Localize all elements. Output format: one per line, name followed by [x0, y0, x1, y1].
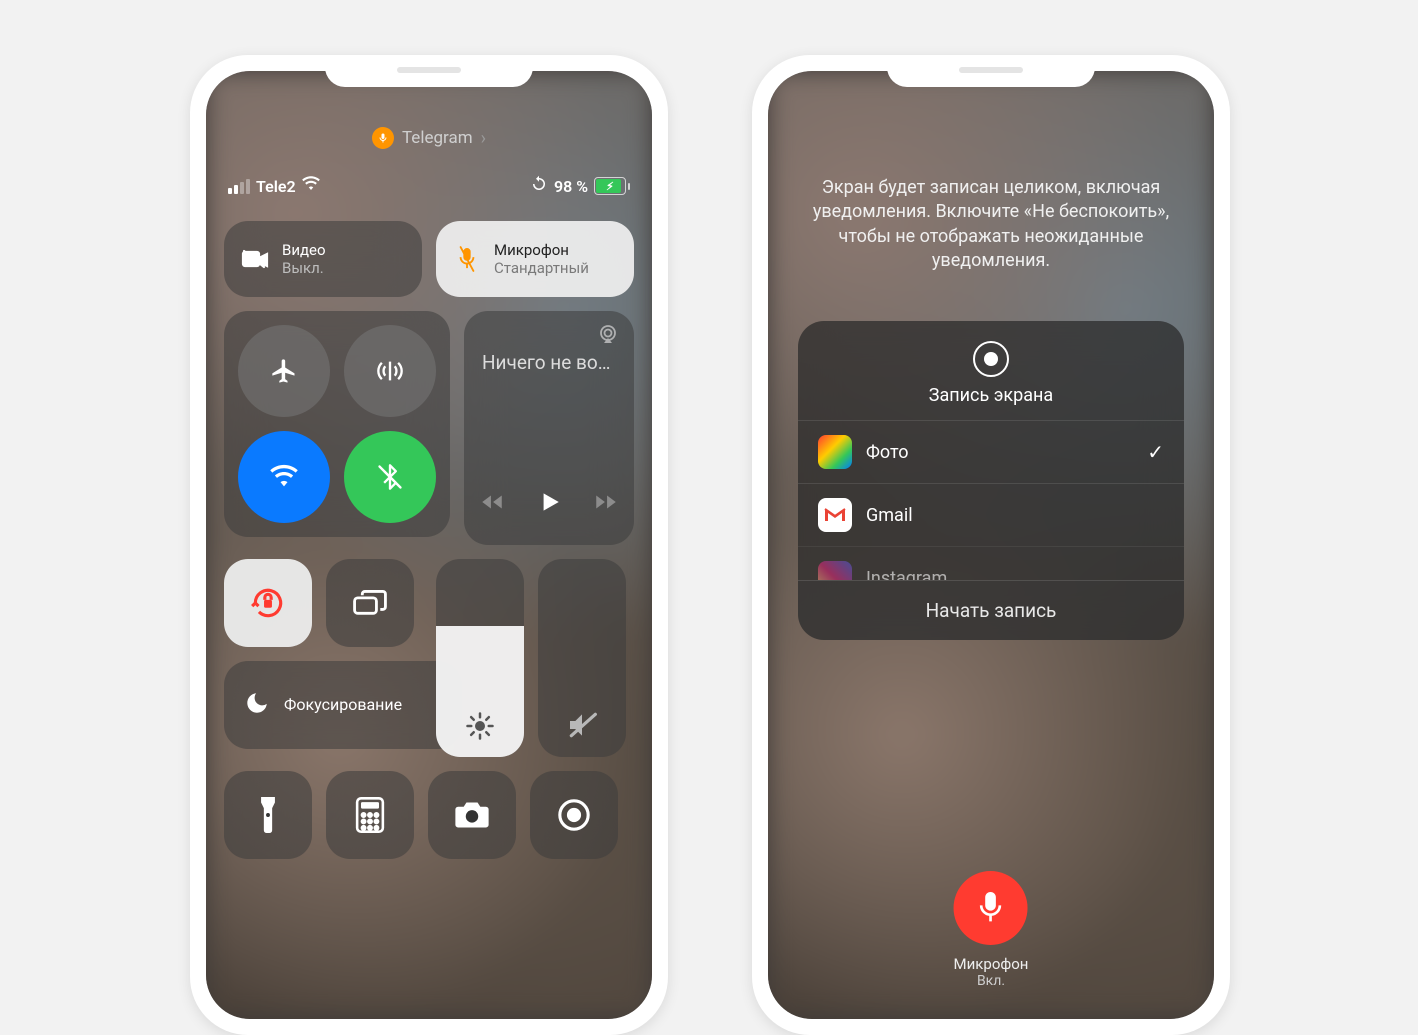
app-name: Фото [866, 442, 909, 463]
phone-control-center: Telegram › Tele2 98 % ⚡︎ [190, 55, 668, 1035]
status-bar: Tele2 98 % ⚡︎ [228, 175, 630, 197]
volume-slider[interactable] [538, 559, 626, 757]
gmail-app-icon [818, 498, 852, 532]
brightness-slider[interactable] [436, 559, 524, 757]
focus-mode-button[interactable]: Фокуси­рование [224, 661, 462, 749]
photos-app-icon [818, 435, 852, 469]
screen-right: Экран будет записан целиком, включая уве… [768, 71, 1214, 1019]
screen-mirroring-button[interactable] [326, 559, 414, 647]
mic-on-icon [954, 871, 1028, 945]
screen-left: Telegram › Tele2 98 % ⚡︎ [206, 71, 652, 1019]
active-app-pill[interactable]: Telegram › [372, 127, 486, 149]
calculator-button[interactable] [326, 771, 414, 859]
sheet-header: Запись экрана [798, 321, 1184, 420]
sync-icon [530, 175, 548, 197]
wifi-toggle[interactable] [238, 431, 330, 523]
video-off-icon [240, 248, 270, 270]
mic-state: Вкл. [954, 973, 1029, 989]
record-icon [973, 341, 1009, 377]
media-next-button[interactable] [593, 489, 619, 519]
airplay-icon[interactable] [596, 323, 620, 351]
stage: Telegram › Tele2 98 % ⚡︎ [0, 0, 1418, 875]
chevron-right-icon: › [481, 128, 486, 149]
video-sub: Выкл. [282, 259, 326, 277]
broadcast-app-list: Фото ✓ Gmail Instagram [798, 420, 1184, 580]
moon-icon [244, 690, 270, 720]
phone-notch [887, 55, 1095, 87]
sheet-title: Запись экрана [798, 385, 1184, 406]
camera-button[interactable] [428, 771, 516, 859]
cellular-data-toggle[interactable] [344, 325, 436, 417]
instagram-app-icon [818, 561, 852, 580]
broadcast-app-gmail[interactable]: Gmail [798, 483, 1184, 546]
airplane-mode-toggle[interactable] [238, 325, 330, 417]
video-title: Видео [282, 241, 326, 259]
phone-notch [325, 55, 533, 87]
broadcast-app-photos[interactable]: Фото ✓ [798, 420, 1184, 483]
carrier-label: Tele2 [256, 177, 296, 196]
battery-icon: ⚡︎ [594, 177, 630, 195]
mic-sub: Стандартный [494, 259, 589, 277]
brightness-icon [465, 711, 495, 741]
orientation-lock-toggle[interactable] [224, 559, 312, 647]
mic-label: Микрофон [954, 955, 1029, 973]
mic-title: Микрофон [494, 241, 589, 259]
focus-label: Фокуси­рование [284, 696, 402, 714]
record-sheet: Запись экрана Фото ✓ Gmail Instagram [798, 321, 1184, 640]
facetime-video-tile[interactable]: ВидеоВыкл. [224, 221, 422, 297]
record-notice-text: Экран будет записан целиком, включая уве… [798, 176, 1184, 273]
broadcast-app-instagram[interactable]: Instagram [798, 546, 1184, 580]
flashlight-button[interactable] [224, 771, 312, 859]
check-icon: ✓ [1147, 440, 1164, 464]
app-name: Instagram [866, 568, 947, 581]
media-title: Ничего не во… [482, 351, 616, 374]
screen-record-button[interactable] [530, 771, 618, 859]
connectivity-group [224, 311, 450, 537]
start-recording-button[interactable]: Начать запись [798, 580, 1184, 640]
active-app-name: Telegram [402, 128, 473, 148]
app-name: Gmail [866, 505, 913, 526]
wifi-icon [302, 175, 320, 197]
media-controls[interactable]: Ничего не во… [464, 311, 634, 545]
battery-pct: 98 % [554, 177, 588, 196]
facetime-mic-tile[interactable]: МикрофонСтандартный [436, 221, 634, 297]
microphone-toggle[interactable]: Микрофон Вкл. [954, 871, 1029, 989]
bluetooth-toggle[interactable] [344, 431, 436, 523]
media-play-button[interactable] [536, 489, 562, 519]
mic-indicator-icon [372, 127, 394, 149]
mic-icon [452, 246, 482, 272]
volume-mute-icon [566, 709, 598, 741]
phone-screen-record-sheet: Экран будет записан целиком, включая уве… [752, 55, 1230, 1035]
media-prev-button[interactable] [479, 489, 505, 519]
cellular-signal-icon [228, 179, 250, 194]
